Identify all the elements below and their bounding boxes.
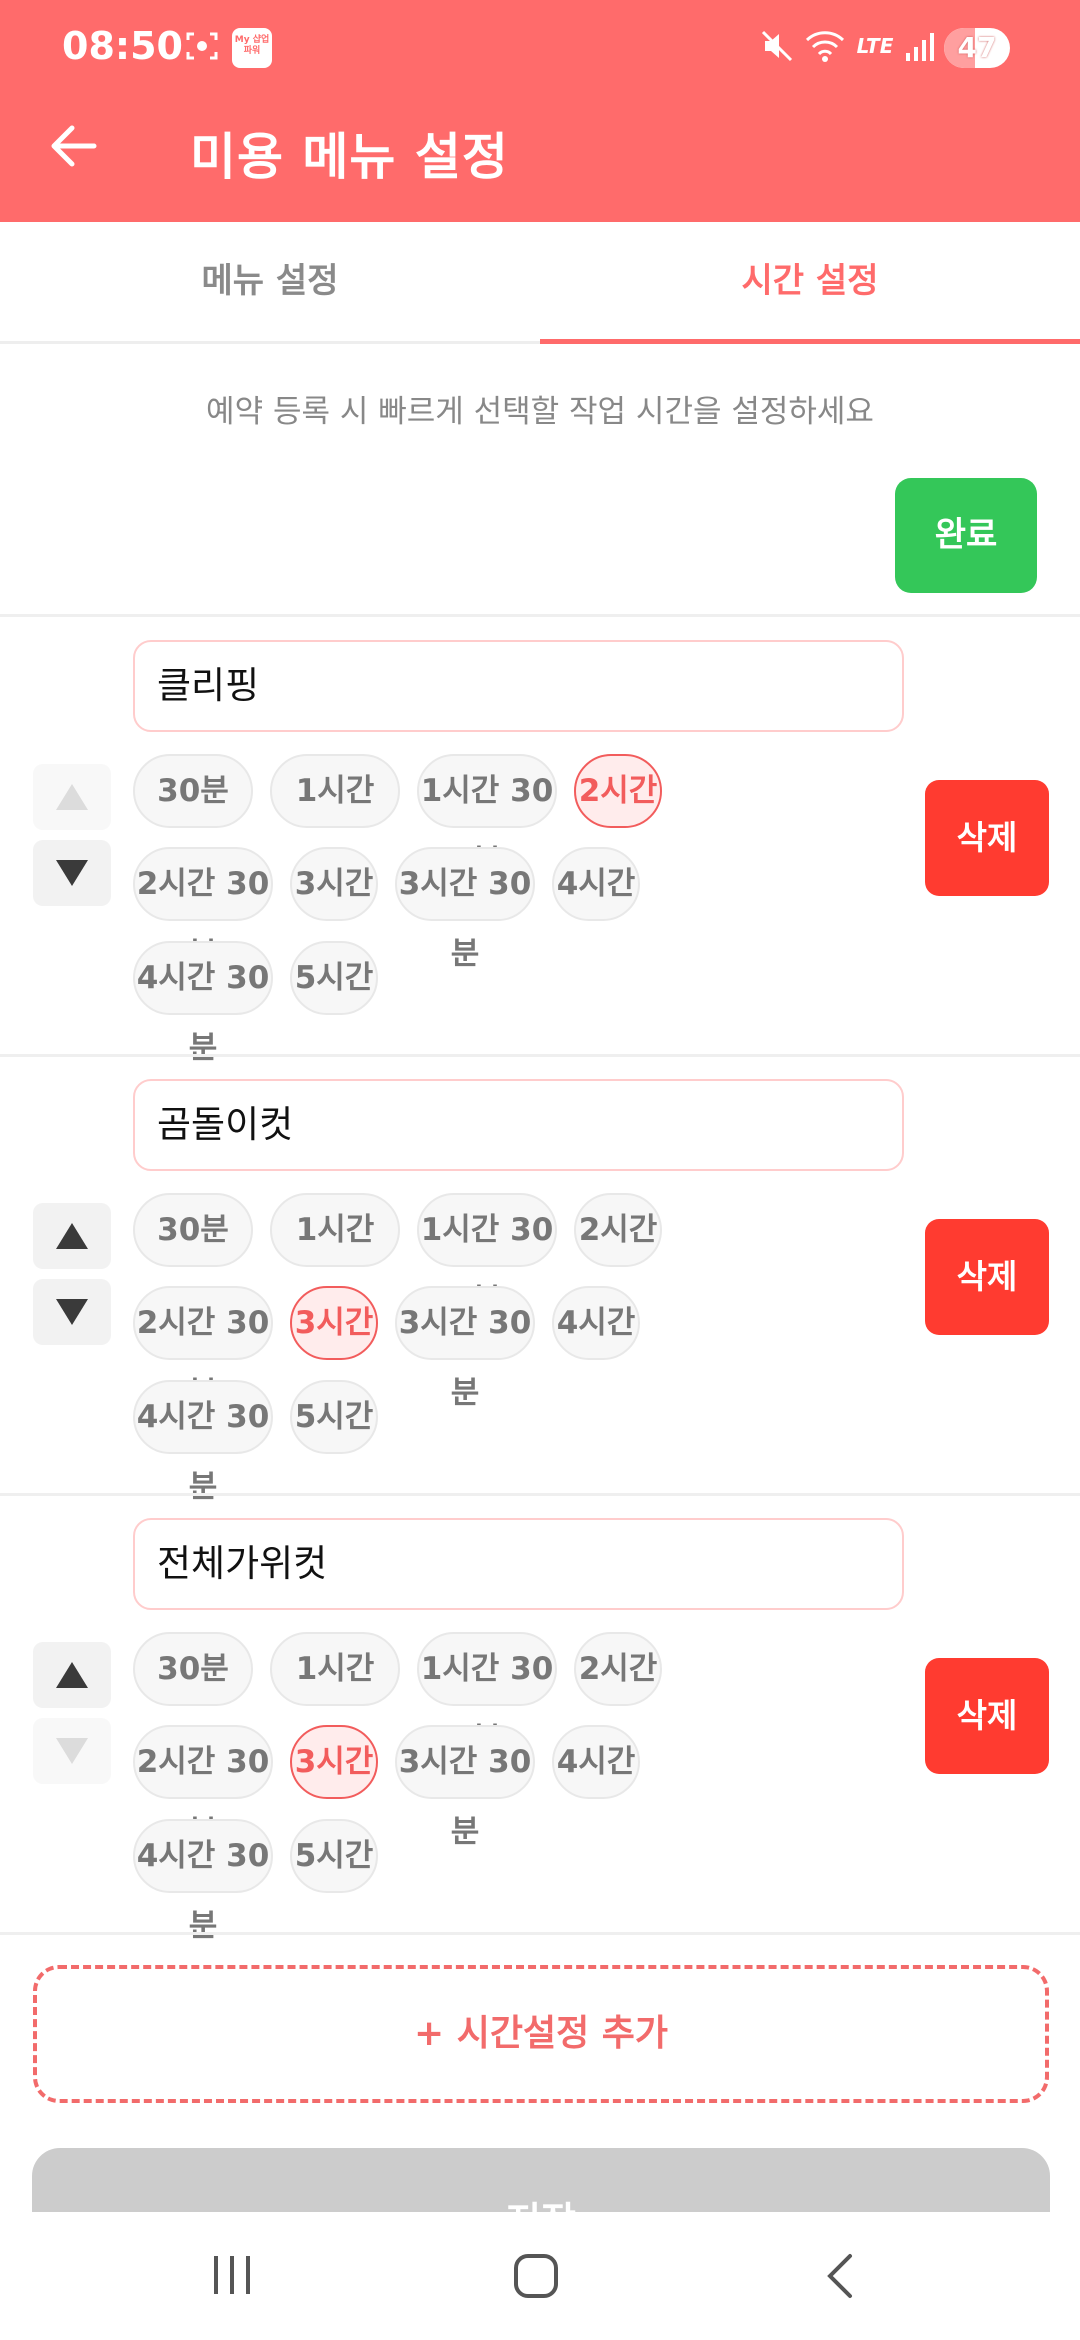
duration-chip[interactable]: 3시간 30분 xyxy=(395,1725,535,1850)
delete-button[interactable]: 삭제 xyxy=(925,1219,1049,1335)
triangle-up-icon xyxy=(56,1223,88,1249)
tab-menu-settings[interactable]: 메뉴 설정 xyxy=(0,222,540,341)
duration-chip[interactable]: 2시간 30분 xyxy=(133,847,273,972)
duration-chip[interactable]: 1시간 30분 xyxy=(417,754,557,879)
duration-chip[interactable]: 2시간 30분 xyxy=(133,1725,273,1850)
duration-chip[interactable]: 5시간 xyxy=(290,1819,378,1893)
move-down-button[interactable] xyxy=(33,1718,111,1784)
duration-chip[interactable]: 5시간 xyxy=(290,941,378,1015)
duration-chip[interactable]: 3시간 xyxy=(290,1725,378,1799)
duration-chip[interactable]: 2시간 30분 xyxy=(133,1286,273,1411)
duration-chip[interactable]: 4시간 30분 xyxy=(133,1819,273,1944)
page-title: 미용 메뉴 설정 xyxy=(190,128,509,186)
duration-chip[interactable]: 30분 xyxy=(133,1632,253,1706)
duration-chip[interactable]: 4시간 30분 xyxy=(133,1380,273,1505)
triangle-up-icon xyxy=(56,1662,88,1688)
system-nav-bar xyxy=(0,2212,1080,2340)
duration-chip[interactable]: 3시간 xyxy=(290,1286,378,1360)
triangle-down-icon xyxy=(56,1738,88,1764)
divider xyxy=(0,614,1080,617)
duration-chip[interactable]: 5시간 xyxy=(290,1380,378,1454)
triangle-down-icon xyxy=(56,860,88,886)
move-down-button[interactable] xyxy=(33,840,111,906)
menu-name-input[interactable]: 클리핑 xyxy=(133,640,904,732)
back-arrow-icon[interactable] xyxy=(46,118,102,174)
status-bar: 08:50 My 샵업파워 LTE 47 xyxy=(0,0,1080,96)
add-time-setting-button[interactable]: + 시간설정 추가 xyxy=(33,1965,1049,2103)
hint-text: 예약 등록 시 빠르게 선택할 작업 시간을 설정하세요 xyxy=(206,394,874,430)
divider xyxy=(0,1493,1080,1496)
done-button[interactable]: 완료 xyxy=(895,478,1037,593)
back-nav-icon[interactable] xyxy=(822,2252,858,2304)
duration-chip[interactable]: 1시간 xyxy=(270,754,400,828)
move-up-button[interactable] xyxy=(33,764,111,830)
duration-chip[interactable]: 2시간 xyxy=(574,1632,662,1706)
duration-chip[interactable]: 1시간 xyxy=(270,1632,400,1706)
duration-chip[interactable]: 4시간 xyxy=(552,1725,640,1799)
recent-apps-icon[interactable] xyxy=(210,2252,254,2302)
duration-chip[interactable]: 1시간 xyxy=(270,1193,400,1267)
duration-chip[interactable]: 4시간 xyxy=(552,847,640,921)
home-icon[interactable] xyxy=(512,2252,560,2304)
duration-chip[interactable]: 4시간 xyxy=(552,1286,640,1360)
duration-chip[interactable]: 1시간 30분 xyxy=(417,1632,557,1757)
time-setting-entry: 클리핑 30분1시간1시간 30분2시간 2시간 30분3시간3시간 30분4시간 4… xyxy=(0,620,1080,1066)
move-down-button[interactable] xyxy=(33,1279,111,1345)
mute-icon xyxy=(757,26,797,66)
divider xyxy=(0,1932,1080,1935)
app-badge-icon: My 샵업파워 xyxy=(232,28,272,68)
duration-chip[interactable]: 30분 xyxy=(133,1193,253,1267)
duration-chip[interactable]: 4시간 30분 xyxy=(133,941,273,1066)
tab-time-settings[interactable]: 시간 설정 xyxy=(540,222,1080,344)
duration-chip[interactable]: 2시간 xyxy=(574,754,662,828)
menu-name-input[interactable]: 전체가위컷 xyxy=(133,1518,904,1610)
app-header: 08:50 My 샵업파워 LTE 47 미용 메뉴 설정 xyxy=(0,0,1080,222)
signal-icon xyxy=(902,26,938,66)
move-up-button[interactable] xyxy=(33,1642,111,1708)
move-up-button[interactable] xyxy=(33,1203,111,1269)
divider xyxy=(0,1054,1080,1057)
volte-icon: LTE xyxy=(856,34,894,58)
duration-chip[interactable]: 1시간 30분 xyxy=(417,1193,557,1318)
duration-chip[interactable]: 3시간 xyxy=(290,847,378,921)
time-setting-entry: 곰돌이컷30분1시간1시간 30분2시간2시간 30분3시간3시간 30분4시간… xyxy=(0,1059,1080,1505)
duration-chip[interactable]: 2시간 xyxy=(574,1193,662,1267)
tab-bar: 메뉴 설정 시간 설정 xyxy=(0,222,1080,344)
duration-chip[interactable]: 30분 xyxy=(133,754,253,828)
wifi-icon xyxy=(803,26,847,66)
delete-button[interactable]: 삭제 xyxy=(925,780,1049,896)
status-time: 08:50 xyxy=(62,24,183,68)
duration-chip[interactable]: 3시간 30분 xyxy=(395,1286,535,1411)
delete-button[interactable]: 삭제 xyxy=(925,1658,1049,1774)
screenshot-icon xyxy=(182,26,222,66)
battery-indicator: 47 xyxy=(944,28,1010,68)
battery-level: 47 xyxy=(957,31,997,64)
duration-chip[interactable]: 3시간 30분 xyxy=(395,847,535,972)
triangle-down-icon xyxy=(56,1299,88,1325)
menu-name-input[interactable]: 곰돌이컷 xyxy=(133,1079,904,1171)
triangle-up-icon xyxy=(56,784,88,810)
time-setting-entry: 전체가위컷30분1시간1시간 30분2시간2시간 30분3시간3시간 30분4시… xyxy=(0,1498,1080,1944)
